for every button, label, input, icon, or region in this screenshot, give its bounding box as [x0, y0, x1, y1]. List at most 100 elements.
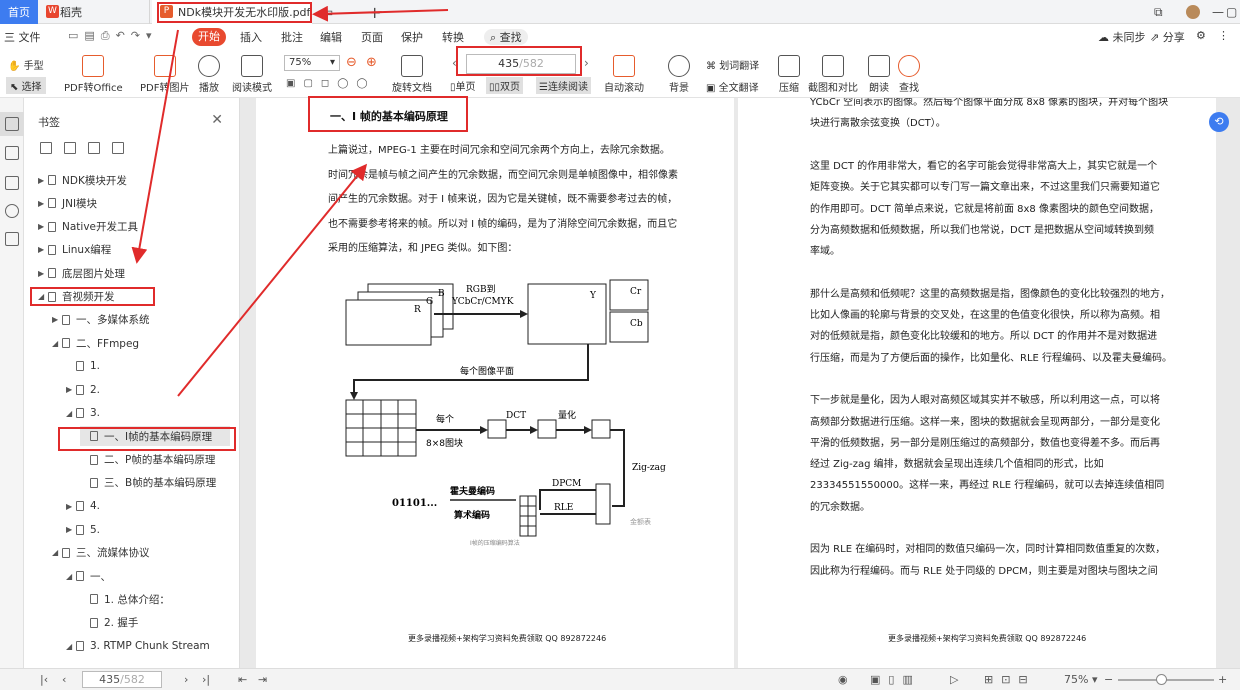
rotate-document-button[interactable]: 旋转文档: [392, 55, 432, 94]
status-page-input[interactable]: 435/582: [82, 671, 162, 688]
thumbnail-icon[interactable]: [5, 146, 19, 160]
play-button[interactable]: 播放: [198, 55, 220, 94]
collapse-arrow-icon[interactable]: ◢: [66, 642, 76, 651]
layout-icon[interactable]: ⧉: [1154, 0, 1163, 24]
compress-button[interactable]: 压缩: [778, 55, 800, 94]
signature-icon[interactable]: [5, 232, 19, 246]
select-tool[interactable]: ⬉ 选择: [6, 77, 46, 94]
zoom-select[interactable]: 75% ▾: [284, 55, 340, 71]
expand-arrow-icon[interactable]: ▶: [52, 315, 62, 324]
translate-float-button[interactable]: ⟲: [1209, 112, 1229, 132]
maximize-icon[interactable]: ▢: [1226, 0, 1237, 24]
bookmark-item[interactable]: ▶ 2.: [66, 380, 100, 400]
play-status-icon[interactable]: ▷: [950, 673, 958, 686]
bookmark-item[interactable]: ▶ Linux编程: [38, 240, 111, 260]
bookmark-item[interactable]: ▶ Native开发工具: [38, 217, 138, 237]
bookmark-item[interactable]: ◢ 一、: [66, 566, 111, 586]
sync-status[interactable]: ☁ 未同步: [1098, 29, 1146, 45]
expand-arrow-icon[interactable]: ▶: [38, 176, 48, 185]
bookmark-item[interactable]: ▶ 底层图片处理: [38, 263, 125, 283]
read-mode-button[interactable]: 阅读模式: [232, 55, 272, 94]
bookmark-item[interactable]: ◢ 三、流媒体协议: [52, 543, 150, 563]
expand-arrow-icon[interactable]: ▶: [38, 222, 48, 231]
quick-access-icons[interactable]: ▭▤⎙↶↷▾: [68, 29, 158, 43]
settings-gear-icon[interactable]: ⚙: [1196, 29, 1206, 42]
collapse-arrow-icon[interactable]: ◢: [66, 409, 76, 418]
single-page-button[interactable]: ▯单页: [450, 78, 476, 93]
pdf-to-image-button[interactable]: PDF转图片: [140, 55, 189, 94]
bookmark-item[interactable]: 1.: [66, 356, 100, 376]
expand-arrow-icon[interactable]: ▶: [66, 525, 76, 534]
first-page-icon[interactable]: |‹: [40, 673, 48, 686]
bookmark-item[interactable]: 1. 总体介绍：: [80, 589, 170, 609]
sidebar-item-bookmarks[interactable]: [0, 112, 24, 136]
continuous-read-button[interactable]: ☰连续阅读: [536, 77, 591, 94]
prev-page-status-icon[interactable]: ‹: [62, 673, 66, 686]
bookmark-item[interactable]: ▶ JNI模块: [38, 193, 97, 213]
zoom-in-icon[interactable]: ⊕: [366, 55, 377, 70]
read-aloud-button[interactable]: 朗读: [868, 55, 890, 94]
eye-icon[interactable]: ◉: [838, 673, 848, 686]
menu-file[interactable]: 三 文件: [4, 29, 41, 45]
collapse-arrow-icon[interactable]: ◢: [52, 548, 62, 557]
collapse-arrow-icon[interactable]: ◢: [52, 339, 62, 348]
bookmark-item[interactable]: ◢ 3.: [66, 403, 100, 423]
auto-scroll-button[interactable]: 自动滚动: [604, 55, 644, 94]
expand-arrow-icon[interactable]: ▶: [38, 245, 48, 254]
pdf-to-office-button[interactable]: PDF转Office: [64, 55, 123, 94]
menu-protect[interactable]: 保护: [401, 29, 423, 45]
fit-icons[interactable]: ⊞⊡⊟: [984, 673, 1036, 686]
zoom-slider-handle[interactable]: [1156, 674, 1167, 685]
background-button[interactable]: 背景: [668, 55, 690, 94]
expand-arrow-icon[interactable]: ▶: [38, 199, 48, 208]
expand-arrow-icon[interactable]: ▶: [66, 385, 76, 394]
menu-edit[interactable]: 编辑: [320, 29, 342, 45]
bookmark-item[interactable]: 二、P帧的基本编码原理: [80, 450, 215, 470]
fit-left-icon[interactable]: ⇤: [238, 673, 247, 686]
expand-arrow-icon[interactable]: ▶: [38, 269, 48, 278]
zoom-in-status-icon[interactable]: +: [1218, 673, 1227, 686]
fit-right-icon[interactable]: ⇥: [258, 673, 267, 686]
menu-convert[interactable]: 转换: [442, 29, 464, 45]
bookmark-settings-icon[interactable]: [112, 142, 124, 154]
menu-search[interactable]: ⌕ 查找: [484, 29, 528, 45]
bookmark-item[interactable]: ▶ 4.: [66, 496, 100, 516]
menu-page[interactable]: 页面: [361, 29, 383, 45]
translate-word-button[interactable]: ⌘ 划词翻译: [706, 57, 759, 72]
view-tool-icons[interactable]: ▣▢◻◯◯: [286, 78, 376, 89]
bookmark-item[interactable]: ▶ NDK模块开发: [38, 170, 127, 190]
screenshot-compare-button[interactable]: 截图和对比: [808, 55, 858, 94]
add-bookmark-icon[interactable]: [88, 142, 100, 154]
minimize-icon[interactable]: —: [1212, 0, 1224, 24]
last-page-icon[interactable]: ›|: [202, 673, 210, 686]
bookmark-item[interactable]: 三、B帧的基本编码原理: [80, 473, 216, 493]
menu-insert[interactable]: 插入: [240, 29, 262, 45]
more-options-icon[interactable]: ⋮: [1218, 29, 1229, 42]
share-button[interactable]: ⇗ 分享: [1150, 29, 1185, 45]
avatar[interactable]: [1186, 0, 1200, 24]
next-page-status-icon[interactable]: ›: [184, 673, 188, 686]
new-tab-button[interactable]: +: [368, 0, 381, 24]
view-mode-icons[interactable]: ▣▯▥: [870, 673, 921, 686]
double-page-button[interactable]: ▯▯双页: [486, 77, 524, 94]
menu-start[interactable]: 开始: [192, 28, 226, 46]
zoom-status[interactable]: 75% ▾: [1064, 673, 1097, 686]
comment-icon[interactable]: [5, 176, 19, 190]
translate-full-button[interactable]: ▣ 全文翻译: [706, 79, 759, 94]
find-button[interactable]: 查找: [898, 55, 920, 94]
attachment-icon[interactable]: [5, 204, 19, 218]
tab-wps[interactable]: W 稻壳: [38, 0, 150, 24]
tab-close-icon[interactable]: ▭: [322, 0, 333, 24]
collapse-arrow-icon[interactable]: ◢: [66, 572, 76, 581]
next-page-icon[interactable]: ›: [584, 56, 589, 70]
bookmark-item[interactable]: ▶ 一、多媒体系统: [52, 310, 150, 330]
hand-tool[interactable]: ✋ 手型: [8, 57, 44, 72]
collapse-all-icon[interactable]: [64, 142, 76, 154]
bookmark-item[interactable]: ▶ 5.: [66, 520, 100, 540]
menu-annotate[interactable]: 批注: [281, 29, 303, 45]
tab-home[interactable]: 首页: [0, 0, 38, 24]
close-icon[interactable]: ✕: [211, 112, 223, 128]
expand-arrow-icon[interactable]: ▶: [66, 502, 76, 511]
expand-all-icon[interactable]: [40, 142, 52, 154]
bookmark-item[interactable]: 2. 握手: [80, 613, 138, 633]
